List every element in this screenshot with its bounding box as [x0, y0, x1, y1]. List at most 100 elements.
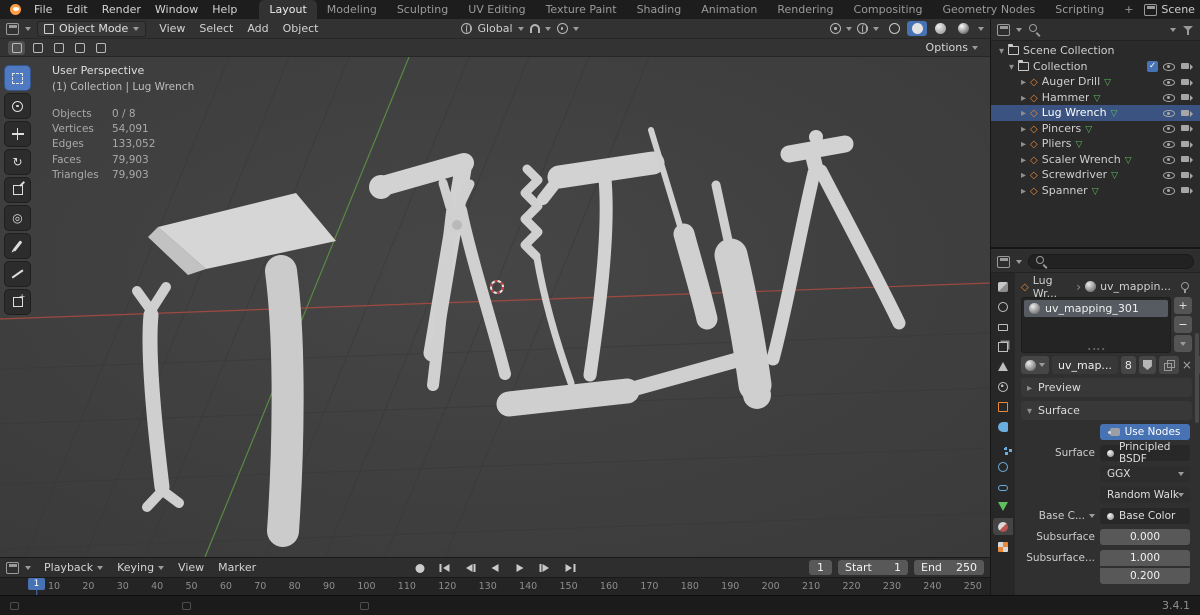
- tab-scene[interactable]: [993, 358, 1013, 375]
- disable-render-icon[interactable]: [1180, 169, 1194, 181]
- add-cube-tool[interactable]: [4, 289, 31, 315]
- properties-search-input[interactable]: [1028, 254, 1194, 269]
- scale-tool[interactable]: [4, 177, 31, 203]
- menu-item[interactable]: Window: [148, 2, 205, 17]
- hide-eye-icon[interactable]: [1162, 138, 1176, 150]
- hide-eye-icon[interactable]: [1162, 184, 1176, 196]
- expand-arrow-icon[interactable]: [1021, 168, 1026, 181]
- tab-object-data[interactable]: [993, 498, 1013, 515]
- properties-scrollbar[interactable]: [1195, 333, 1199, 423]
- chevron-down-icon[interactable]: [873, 26, 879, 31]
- menu-item[interactable]: File: [27, 2, 59, 17]
- breadcrumb-material[interactable]: uv_mappin...: [1100, 280, 1171, 293]
- proportional-edit-icon[interactable]: [556, 23, 568, 34]
- timeline-menu-item[interactable]: View: [171, 560, 211, 575]
- preview-panel-header[interactable]: Preview: [1021, 378, 1192, 397]
- chevron-down-icon[interactable]: [1170, 27, 1176, 32]
- tab-object[interactable]: [993, 398, 1013, 415]
- orientation-dropdown[interactable]: Global: [461, 22, 524, 35]
- timeline-menu-item[interactable]: Marker: [211, 560, 263, 575]
- workspace-tab[interactable]: Layout: [259, 0, 317, 19]
- base-color-label[interactable]: Base C...: [1021, 510, 1095, 522]
- menu-item[interactable]: Help: [205, 2, 244, 17]
- disable-render-icon[interactable]: [1180, 76, 1194, 88]
- disable-render-icon[interactable]: [1180, 60, 1194, 72]
- overlays-icon[interactable]: [857, 23, 868, 34]
- select-mode-subtract[interactable]: [50, 41, 67, 55]
- subsurface-radius-y[interactable]: 0.200: [1100, 568, 1190, 584]
- chevron-down-icon[interactable]: [572, 26, 579, 31]
- exclude-checkbox[interactable]: [1147, 60, 1158, 72]
- prev-keyframe-button[interactable]: [462, 560, 479, 576]
- tab-view-layer[interactable]: [993, 338, 1013, 355]
- workspace-tab[interactable]: Rendering: [767, 0, 843, 19]
- workspace-tab[interactable]: Compositing: [844, 0, 933, 19]
- collapse-arrow-icon[interactable]: [999, 44, 1004, 57]
- tab-world[interactable]: [993, 378, 1013, 395]
- workspace-tab[interactable]: UV Editing: [458, 0, 535, 19]
- outliner-object-row[interactable]: Pliers: [991, 136, 1200, 152]
- 3d-viewport[interactable]: User Perspective (1) Collection | Lug Wr…: [0, 57, 990, 557]
- timeline-menu-item[interactable]: Playback: [37, 560, 110, 575]
- subsurface-method-dropdown[interactable]: Random Walk: [1100, 487, 1190, 503]
- frame-ruler[interactable]: 10 20 30 40 50 60 70 80 90 100 110 120 130 140 150 160 1…: [0, 577, 990, 596]
- viewport-menu-item[interactable]: View: [152, 21, 192, 36]
- snap-magnet-icon[interactable]: [529, 24, 540, 33]
- collection-row[interactable]: Collection: [991, 59, 1200, 75]
- cursor-tool[interactable]: [4, 93, 31, 119]
- hide-eye-icon[interactable]: [1162, 91, 1176, 103]
- hide-eye-icon[interactable]: [1162, 60, 1176, 72]
- annotate-tool[interactable]: [4, 233, 31, 259]
- search-icon[interactable]: [1028, 23, 1041, 36]
- subsurface-radius-x[interactable]: 1.000: [1100, 550, 1190, 566]
- hide-eye-icon[interactable]: [1162, 122, 1176, 134]
- expand-arrow-icon[interactable]: [1021, 75, 1026, 88]
- rotate-tool[interactable]: [4, 149, 31, 175]
- outliner-object-row[interactable]: Auger Drill: [991, 74, 1200, 90]
- chevron-down-icon[interactable]: [846, 26, 852, 31]
- expand-arrow-icon[interactable]: [1021, 122, 1026, 135]
- chevron-down-icon[interactable]: [978, 26, 984, 31]
- expand-arrow-icon[interactable]: [1021, 137, 1026, 150]
- disable-render-icon[interactable]: [1180, 107, 1194, 119]
- breadcrumb-object[interactable]: Lug Wr...: [1033, 274, 1073, 300]
- remove-slot-button[interactable]: −: [1174, 316, 1192, 333]
- select-mode-extend[interactable]: [29, 41, 46, 55]
- tab-modifiers[interactable]: [993, 418, 1013, 435]
- current-frame-marker[interactable]: 1: [28, 578, 45, 596]
- options-dropdown[interactable]: Options: [922, 41, 982, 54]
- chevron-down-icon[interactable]: [544, 26, 551, 31]
- disable-render-icon[interactable]: [1180, 91, 1194, 103]
- outliner-object-row[interactable]: Screwdriver: [991, 167, 1200, 183]
- auto-key-button[interactable]: [412, 560, 429, 576]
- play-reverse-button[interactable]: [487, 560, 504, 576]
- menu-item[interactable]: Render: [95, 2, 148, 17]
- select-mode-new[interactable]: [8, 40, 25, 55]
- expand-arrow-icon[interactable]: [1021, 106, 1026, 119]
- frame-start-field[interactable]: Start 1: [838, 560, 908, 575]
- select-box-tool[interactable]: [4, 65, 31, 91]
- slot-specials-button[interactable]: [1174, 335, 1192, 352]
- shading-solid[interactable]: [907, 21, 927, 36]
- properties-editor-icon[interactable]: [997, 255, 1010, 268]
- area-corner-icon[interactable]: [182, 602, 191, 610]
- tab-physics[interactable]: [993, 458, 1013, 475]
- surface-shader-dropdown[interactable]: Principled BSDF: [1100, 441, 1190, 465]
- distribution-dropdown[interactable]: GGX: [1100, 466, 1190, 482]
- disable-render-icon[interactable]: [1180, 153, 1194, 165]
- tab-texture[interactable]: [993, 538, 1013, 555]
- select-mode-invert[interactable]: [71, 41, 88, 55]
- shading-material[interactable]: [930, 21, 950, 36]
- base-color-field[interactable]: Base Color: [1100, 508, 1190, 524]
- expand-arrow-icon[interactable]: [1021, 91, 1026, 104]
- select-mode-intersect[interactable]: [92, 41, 109, 55]
- material-name-field[interactable]: uv_map...: [1052, 356, 1118, 374]
- fake-user-button[interactable]: [1138, 356, 1156, 374]
- outliner-object-row[interactable]: Scaler Wrench: [991, 152, 1200, 168]
- status-splitter-icon[interactable]: [10, 601, 19, 610]
- hide-eye-icon[interactable]: [1162, 153, 1176, 165]
- scene-collection-row[interactable]: Scene Collection: [991, 43, 1200, 59]
- disable-render-icon[interactable]: [1180, 138, 1194, 150]
- material-users-badge[interactable]: 8: [1120, 356, 1136, 374]
- outliner-object-row[interactable]: Lug Wrench: [991, 105, 1200, 121]
